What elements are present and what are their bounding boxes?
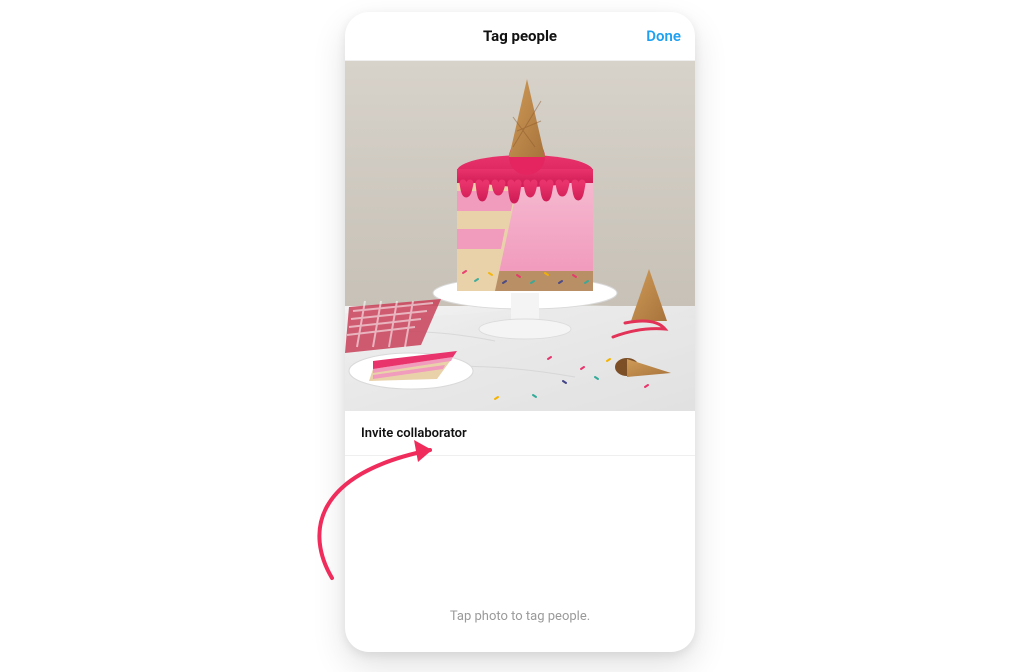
tap-photo-hint: Tap photo to tag people. xyxy=(450,609,590,624)
page-title: Tag people xyxy=(483,27,557,45)
hint-area: Tap photo to tag people. xyxy=(345,456,695,652)
photo-area[interactable] xyxy=(345,61,695,411)
tag-photo[interactable] xyxy=(345,61,695,411)
screen-header: Tag people Done xyxy=(345,12,695,61)
invite-collaborator-label: Invite collaborator xyxy=(361,426,467,441)
done-button[interactable]: Done xyxy=(646,12,681,60)
phone-frame: Tag people Done xyxy=(345,12,695,652)
invite-collaborator-button[interactable]: Invite collaborator xyxy=(345,411,695,456)
